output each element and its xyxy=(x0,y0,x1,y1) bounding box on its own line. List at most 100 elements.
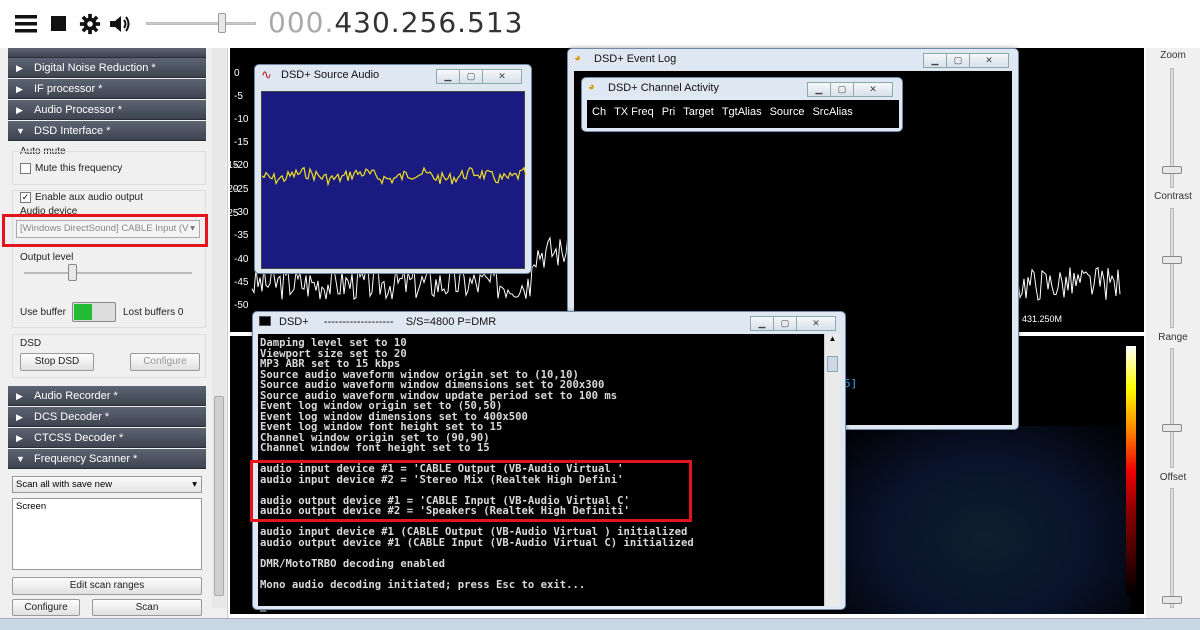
source-audio-tick: -25 xyxy=(224,208,239,219)
section-if-processor[interactable]: ▶ IF processor * xyxy=(8,79,206,99)
section-audio-recorder[interactable]: ▶ Audio Recorder * xyxy=(8,386,206,406)
source-audio-tick: -20 xyxy=(224,184,239,195)
right-control-panel: Zoom Contrast Range Offset xyxy=(1146,48,1200,630)
section-label: DCS Decoder * xyxy=(34,411,110,423)
contrast-slider[interactable] xyxy=(1170,208,1174,328)
section-audio-processor[interactable]: ▶ Audio Processor * xyxy=(8,100,206,120)
stop-icon[interactable] xyxy=(48,13,72,35)
left-control-panel: ▶ Digital Noise Reduction * ▶ IF processor… xyxy=(0,48,228,630)
window-controls: ▁ ▢ ✕ xyxy=(750,313,836,331)
configure-scanner-button[interactable]: Configure xyxy=(12,599,80,616)
speaker-icon[interactable] xyxy=(108,13,132,35)
scan-button[interactable]: Scan xyxy=(92,599,202,616)
close-icon[interactable]: ✕ xyxy=(796,316,836,331)
column-header[interactable]: Pri xyxy=(662,106,675,118)
volume-slider-track[interactable] xyxy=(146,22,256,25)
scan-mode-select[interactable]: Scan all with save new ▾ xyxy=(12,476,202,493)
close-icon[interactable]: ✕ xyxy=(482,69,522,84)
maximize-icon[interactable]: ▢ xyxy=(946,53,970,68)
offset-slider[interactable] xyxy=(1170,488,1174,608)
column-header[interactable]: TgtAlias xyxy=(722,106,762,118)
output-level-thumb[interactable] xyxy=(68,264,77,281)
section-ctcss-decoder[interactable]: ▶ CTCSS Decoder * xyxy=(8,428,206,448)
y-tick: -45 xyxy=(234,277,249,288)
column-header[interactable]: Source xyxy=(770,106,805,118)
console-title: DSD+ ------------------- S/S=4800 P=DMR xyxy=(279,316,497,328)
enable-aux-checkbox[interactable]: ✓ xyxy=(20,192,31,203)
column-header[interactable]: TX Freq xyxy=(614,106,654,118)
event-log-title: DSD+ Event Log xyxy=(594,53,677,65)
console-scrollbar[interactable]: ▲ xyxy=(824,334,840,606)
close-icon[interactable]: ✕ xyxy=(853,82,893,97)
highlight-box-audio-device xyxy=(2,214,208,247)
waveform-icon: ∿ xyxy=(261,67,272,82)
use-buffer-label: Use buffer xyxy=(20,307,66,318)
section-frequency-scanner[interactable]: ▼ Frequency Scanner * xyxy=(8,449,206,469)
maximize-icon[interactable]: ▢ xyxy=(773,316,797,331)
maximize-icon[interactable]: ▢ xyxy=(459,69,483,84)
column-header[interactable]: Target xyxy=(683,106,714,118)
section-label: DSD Interface * xyxy=(34,125,111,137)
gear-icon[interactable] xyxy=(78,13,102,35)
column-header[interactable]: Ch xyxy=(592,106,606,118)
section-dcs-decoder[interactable]: ▶ DCS Decoder * xyxy=(8,407,206,427)
source-audio-plot: -15 -20 -25 xyxy=(224,91,527,269)
section-label: Audio Processor * xyxy=(34,104,123,116)
configure-dsd-button[interactable]: Configure xyxy=(130,353,200,371)
console-icon xyxy=(259,316,271,326)
minimize-icon[interactable]: ▁ xyxy=(807,82,831,97)
output-level-track[interactable] xyxy=(24,272,192,274)
contrast-slider-thumb[interactable] xyxy=(1162,256,1182,264)
frequency-prefix: 000. xyxy=(268,6,335,39)
hamburger-icon[interactable] xyxy=(14,13,38,35)
mute-frequency-checkbox[interactable] xyxy=(20,163,31,174)
y-tick: -10 xyxy=(234,114,249,125)
edit-scan-ranges-button[interactable]: Edit scan ranges xyxy=(12,577,202,595)
window-controls: ▁ ▢ ✕ xyxy=(807,79,893,97)
stop-dsd-button[interactable]: Stop DSD xyxy=(20,353,94,371)
range-slider-thumb[interactable] xyxy=(1162,424,1182,432)
offset-slider-thumb[interactable] xyxy=(1162,596,1182,604)
taskbar xyxy=(0,618,1200,630)
column-header[interactable]: SrcAlias xyxy=(812,106,852,118)
console-line: audio input device #1 (CABLE Output (VB-… xyxy=(260,526,688,538)
zoom-slider-thumb[interactable] xyxy=(1162,166,1182,174)
source-audio-title: DSD+ Source Audio xyxy=(281,69,380,81)
screen-list-label: Screen xyxy=(16,501,47,512)
left-panel-scrollbar[interactable] xyxy=(212,48,226,608)
scrollbar-thumb[interactable] xyxy=(214,396,224,596)
console-line: Source audio waveform window dimensions … xyxy=(260,379,605,391)
y-tick: -40 xyxy=(234,254,249,265)
channel-activity-title: DSD+ Channel Activity xyxy=(608,82,719,94)
section-digital-noise-reduction[interactable]: ▶ Digital Noise Reduction * xyxy=(8,58,206,78)
channel-activity-window[interactable]: ◕ DSD+ Channel Activity ▁ ▢ ✕ Ch TX Freq Pri… xyxy=(581,77,903,132)
use-buffer-toggle[interactable] xyxy=(72,302,116,322)
scrollbar-thumb[interactable] xyxy=(827,356,838,372)
close-icon[interactable]: ✕ xyxy=(969,53,1009,68)
output-level-label: Output level xyxy=(20,252,74,263)
console-line: _ xyxy=(260,599,267,612)
console-line: MP3 ABR set to 15 kbps xyxy=(260,358,401,370)
top-toolbar: 000.430.256.513 xyxy=(0,0,1200,48)
source-audio-window[interactable]: ∿ DSD+ Source Audio ▁ ▢ ✕ -15 -20 -25 xyxy=(224,64,532,274)
volume-slider-thumb[interactable] xyxy=(218,13,226,33)
y-tick: -50 xyxy=(234,300,249,311)
enable-aux-label: Enable aux audio output xyxy=(35,192,143,203)
maximize-icon[interactable]: ▢ xyxy=(830,82,854,97)
minimize-icon[interactable]: ▁ xyxy=(923,53,947,68)
section-label: Audio Recorder * xyxy=(34,390,118,402)
frequency-display[interactable]: 000.430.256.513 xyxy=(268,6,523,39)
zoom-label: Zoom xyxy=(1160,50,1186,61)
console-line: DMR/MotoTRBO decoding enabled xyxy=(260,557,445,570)
channel-columns-header: Ch TX Freq Pri Target TgtAlias Source SrcAlias xyxy=(587,100,899,128)
minimize-icon[interactable]: ▁ xyxy=(436,69,460,84)
section-header-partial[interactable] xyxy=(8,48,206,58)
console-line: Channel window font height set to 15 xyxy=(260,442,490,454)
scroll-up-icon[interactable]: ▲ xyxy=(826,334,839,348)
screen-list[interactable]: Screen xyxy=(12,498,202,570)
minimize-icon[interactable]: ▁ xyxy=(750,316,774,331)
section-label: CTCSS Decoder * xyxy=(34,432,124,444)
range-slider[interactable] xyxy=(1170,348,1174,468)
section-dsd-interface[interactable]: ▼ DSD Interface * xyxy=(8,121,206,141)
